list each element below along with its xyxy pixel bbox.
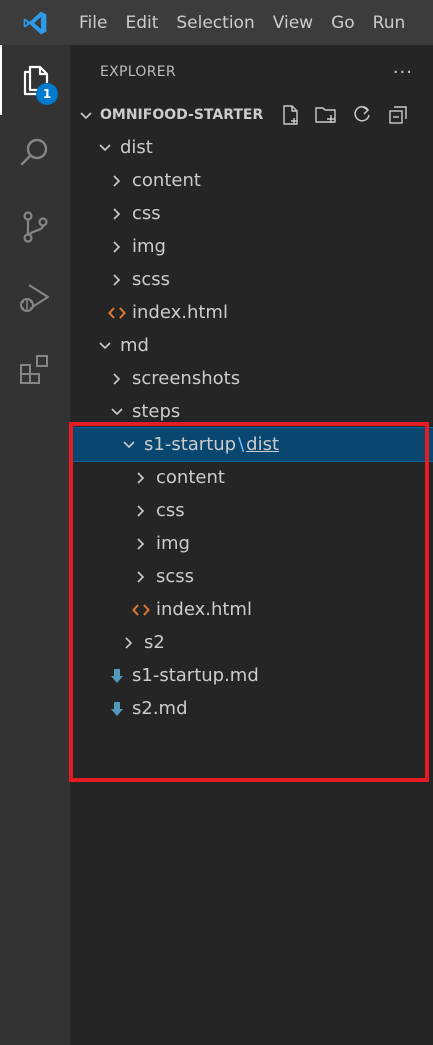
vscode-logo-icon — [0, 0, 70, 45]
markdown-file-icon — [106, 692, 128, 725]
tree-item-label: css — [132, 203, 161, 224]
markdown-file-icon — [106, 659, 128, 692]
search-icon — [20, 138, 48, 166]
menu-selection[interactable]: Selection — [167, 0, 263, 45]
activity-explorer[interactable]: 1 — [0, 45, 70, 115]
refresh-icon[interactable] — [349, 102, 375, 128]
new-folder-icon[interactable] — [313, 102, 339, 128]
tree-item-label: s2.md — [132, 698, 188, 719]
tree-item-label: index.html — [156, 599, 252, 620]
tree-file-index.html[interactable]: index.html — [70, 593, 433, 626]
tree-item-label: index.html — [132, 302, 228, 323]
menu-edit[interactable]: Edit — [116, 0, 167, 45]
explorer-title: EXPLORER — [100, 64, 176, 80]
explorer-sidebar: EXPLORER ··· OMNIFOOD-STARTER dist conte… — [69, 45, 433, 1045]
tree-item-label: dist — [120, 137, 153, 158]
chevron-right-icon — [106, 263, 128, 296]
tree-folder-css[interactable]: css — [70, 197, 433, 230]
activity-source-control[interactable] — [0, 192, 70, 262]
activity-run-debug[interactable] — [0, 263, 70, 333]
chevron-down-icon — [118, 428, 140, 461]
tree-item-label: scss — [156, 566, 195, 587]
tree-item-label: img — [156, 533, 190, 554]
extensions-icon — [20, 355, 48, 384]
menu-file[interactable]: File — [70, 0, 116, 45]
chevron-right-icon — [106, 197, 128, 230]
chevron-down-icon — [80, 112, 92, 120]
chevron-down-icon — [106, 395, 128, 428]
html-file-icon — [130, 593, 152, 626]
chevron-right-icon — [106, 230, 128, 263]
tree-item-label: s1-startup.md — [132, 665, 259, 686]
chevron-right-icon — [130, 461, 152, 494]
tree-folder-scss[interactable]: scss — [70, 560, 433, 593]
tree-item-label: s1-startup — [144, 434, 237, 455]
chevron-down-icon — [94, 131, 116, 164]
compact-folder-segment[interactable]: dist — [246, 434, 279, 455]
tree-folder-s2[interactable]: s2 — [70, 626, 433, 659]
menu-go[interactable]: Go — [322, 0, 364, 45]
tree-item-label: md — [120, 335, 149, 356]
menu-view[interactable]: View — [264, 0, 322, 45]
tree-file-s2.md[interactable]: s2.md — [70, 692, 433, 725]
tree-folder-steps[interactable]: steps — [70, 395, 433, 428]
html-file-icon — [106, 296, 128, 329]
tree-folder-content[interactable]: content — [70, 461, 433, 494]
tree-item-label: img — [132, 236, 166, 257]
more-actions-icon[interactable]: ··· — [393, 62, 413, 83]
activity-extensions[interactable] — [0, 335, 70, 405]
tree-folder-content[interactable]: content — [70, 164, 433, 197]
new-file-icon[interactable] — [277, 102, 303, 128]
chevron-right-icon — [118, 626, 140, 659]
tree-folder-s1-startup[interactable]: s1-startup \ dist — [69, 427, 433, 462]
activity-bar: 1 — [0, 45, 70, 1045]
chevron-right-icon — [106, 362, 128, 395]
section-actions — [277, 102, 411, 128]
tree-item-label: s2 — [144, 632, 165, 653]
tree-item-label: screenshots — [132, 368, 241, 389]
tree-item-label: content — [156, 467, 225, 488]
menu-run[interactable]: Run — [364, 0, 415, 45]
title-bar: File Edit Selection View Go Run — [0, 0, 433, 45]
tree-item-label: content — [132, 170, 201, 191]
chevron-down-icon — [94, 329, 116, 362]
tree-folder-screenshots[interactable]: screenshots — [70, 362, 433, 395]
source-control-icon — [23, 211, 48, 243]
tree-folder-md[interactable]: md — [70, 329, 433, 362]
chevron-right-icon — [130, 560, 152, 593]
file-tree: dist content css img scss index.html md screens… — [69, 131, 433, 725]
tree-folder-img[interactable]: img — [70, 527, 433, 560]
workspace-section-header[interactable]: OMNIFOOD-STARTER — [70, 99, 433, 131]
collapse-all-icon[interactable] — [385, 102, 411, 128]
path-separator: \ — [238, 434, 245, 455]
explorer-badge: 1 — [36, 83, 58, 105]
chevron-right-icon — [130, 527, 152, 560]
workspace-title: OMNIFOOD-STARTER — [100, 107, 264, 123]
tree-file-s1-startup.md[interactable]: s1-startup.md — [70, 659, 433, 692]
tree-folder-scss[interactable]: scss — [70, 263, 433, 296]
tree-folder-css[interactable]: css — [70, 494, 433, 527]
tree-item-label: scss — [132, 269, 171, 290]
tree-item-label: steps — [132, 401, 181, 422]
chevron-right-icon — [106, 164, 128, 197]
tree-folder-img[interactable]: img — [70, 230, 433, 263]
tree-item-label: css — [156, 500, 185, 521]
tree-file-index.html[interactable]: index.html — [70, 296, 433, 329]
explorer-header: EXPLORER ··· — [70, 45, 433, 99]
activity-search[interactable] — [0, 117, 70, 187]
run-debug-icon — [20, 284, 50, 312]
chevron-right-icon — [130, 494, 152, 527]
tree-folder-dist[interactable]: dist — [70, 131, 433, 164]
